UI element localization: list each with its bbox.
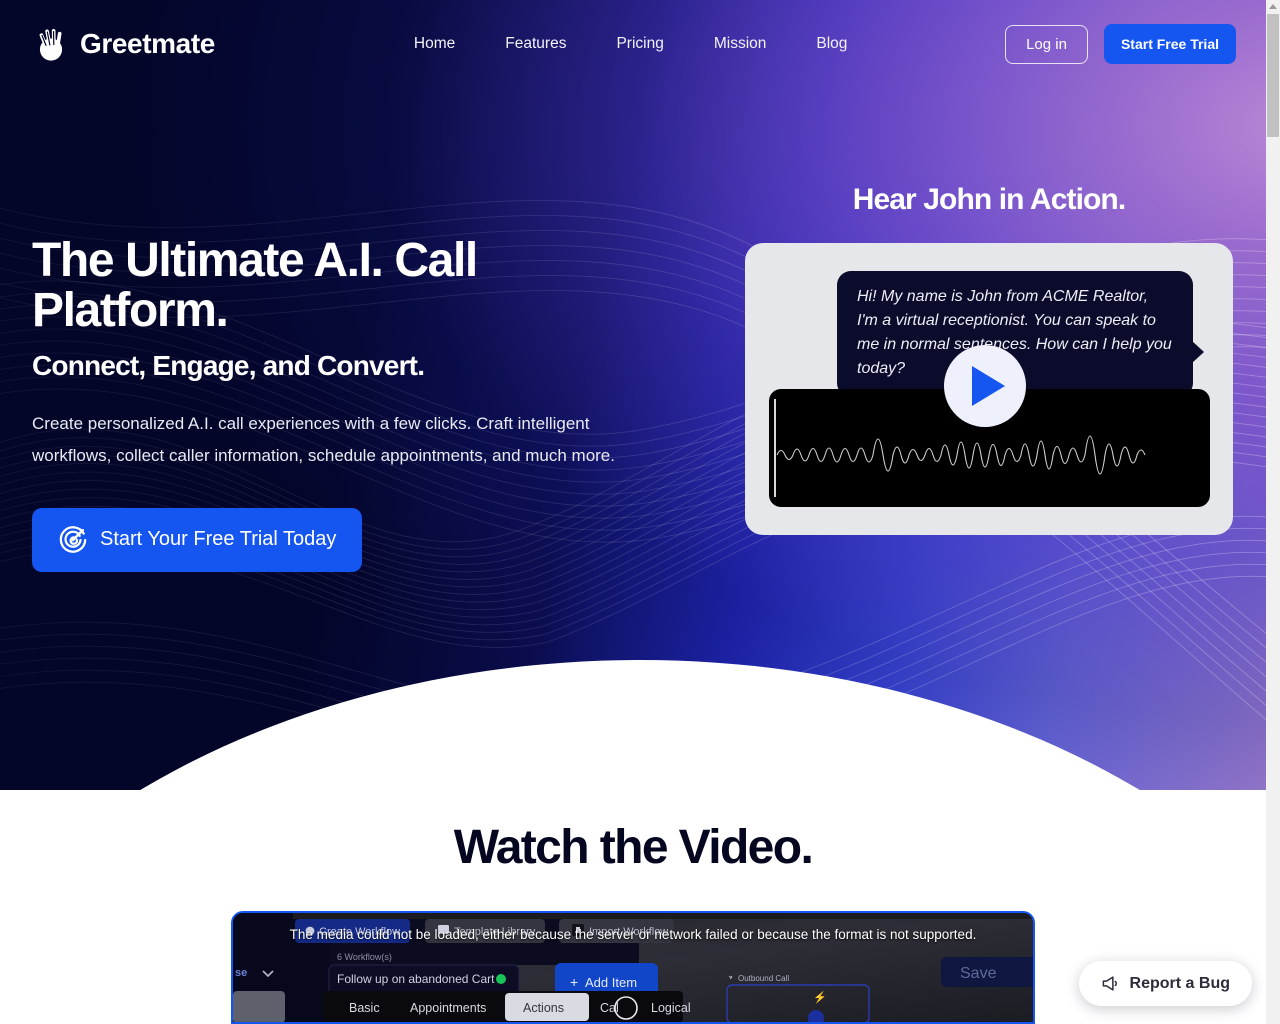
start-free-trial-button[interactable]: Start Free Trial <box>1103 24 1236 64</box>
page-root: Greetmate Home Features Pricing Mission … <box>0 0 1280 1024</box>
hero-body-text: Create personalized A.I. call experience… <box>32 413 615 465</box>
target-arrow-icon <box>59 526 87 553</box>
main-navbar: Greetmate Home Features Pricing Mission … <box>0 0 1266 88</box>
megaphone-icon <box>1102 976 1117 991</box>
video-player[interactable]: Create Workflow Template Library Import … <box>231 911 1035 1024</box>
hero-cta-button[interactable]: Start Your Free Trial Today <box>32 507 363 572</box>
login-button[interactable]: Log in <box>1005 24 1088 64</box>
audio-demo-card: Hi! My name is John from ACME Realtor, I… <box>745 243 1233 535</box>
svg-text:Follow up on abandoned Cart -: Follow up on abandoned Cart - <box>337 972 502 986</box>
svg-text:Outbound Call: Outbound Call <box>738 974 789 983</box>
report-bug-label: Report a Bug <box>1129 974 1230 992</box>
nav-link-pricing[interactable]: Pricing <box>591 27 688 61</box>
nav-link-features[interactable]: Features <box>480 27 591 61</box>
nav-link-blog[interactable]: Blog <box>791 27 872 61</box>
svg-text:se: se <box>235 967 247 979</box>
demo-heading: Hear John in Action. <box>852 183 1126 216</box>
media-error-message: The media could not be loaded, either be… <box>289 927 977 942</box>
hero-cta-label: Start Your Free Trial Today <box>100 528 337 551</box>
hero-title-line1: The Ultimate A.I. Call <box>32 234 478 287</box>
page-scrollbar[interactable] <box>1266 0 1280 1024</box>
nav-actions: Log in Start Free Trial <box>1005 24 1236 64</box>
hero-subtitle: Connect, Engage, and Convert. <box>32 349 425 381</box>
hero-title-line2: Platform. <box>32 283 229 337</box>
svg-text:Appointments: Appointments <box>410 1001 486 1015</box>
svg-text:Basic: Basic <box>349 1001 380 1015</box>
scrollbar-thumb[interactable] <box>1267 14 1279 137</box>
scroll-up-arrow-icon[interactable] <box>1269 4 1277 9</box>
brand-logo[interactable]: Greetmate <box>32 25 215 63</box>
hero-bottom-curve <box>0 660 1266 790</box>
hero-content: The Ultimate A.I. Call Platform. Connect… <box>32 236 672 572</box>
svg-text:Add Item: Add Item <box>585 975 637 990</box>
hero-title: The Ultimate A.I. Call Platform. <box>32 236 672 336</box>
nav-links: Home Features Pricing Mission Blog <box>389 27 873 61</box>
svg-text:⚡: ⚡ <box>813 991 827 1004</box>
hero-section: Greetmate Home Features Pricing Mission … <box>0 0 1266 790</box>
svg-text:Save: Save <box>960 965 997 982</box>
speech-bubble-tail <box>1192 341 1204 363</box>
video-section-heading: Watch the Video. <box>453 821 814 874</box>
nav-link-home[interactable]: Home <box>389 27 480 61</box>
svg-text:6 Workflow(s): 6 Workflow(s) <box>337 952 392 962</box>
video-section: Watch the Video. Create Workflow Templat… <box>0 790 1266 1024</box>
report-bug-button[interactable]: Report a Bug <box>1078 961 1252 1006</box>
play-triangle-icon <box>972 366 1005 406</box>
svg-text:+: + <box>570 974 578 990</box>
svg-text:Logical: Logical <box>651 1001 691 1015</box>
nav-link-mission[interactable]: Mission <box>689 27 792 61</box>
brand-name: Greetmate <box>80 28 215 59</box>
play-audio-button[interactable] <box>944 345 1026 427</box>
svg-text:Actions: Actions <box>523 1001 564 1015</box>
waving-hand-icon <box>39 28 63 61</box>
